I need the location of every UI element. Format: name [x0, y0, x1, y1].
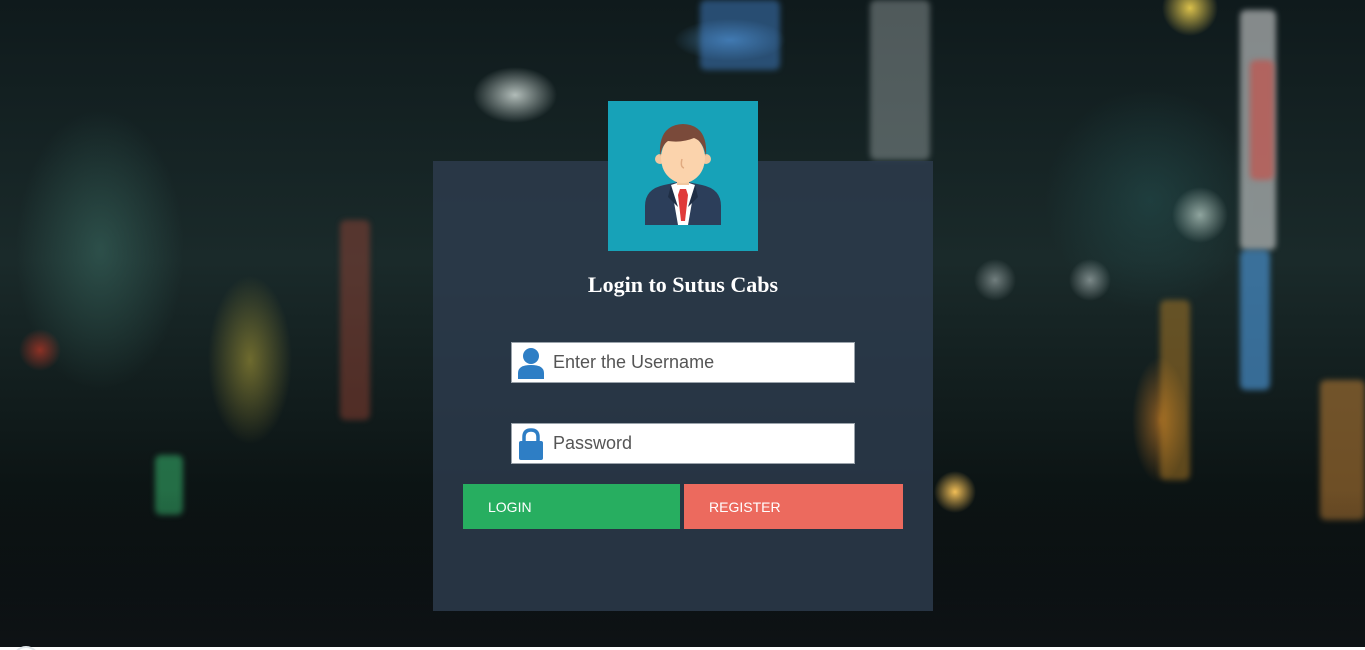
register-button[interactable]: REGISTER — [684, 484, 903, 529]
password-input[interactable] — [550, 425, 849, 462]
background-neon-sign — [1160, 300, 1190, 480]
background-neon-sign — [1250, 60, 1274, 180]
user-icon — [512, 343, 550, 382]
username-field[interactable] — [511, 342, 855, 383]
background-neon-sign — [1240, 250, 1270, 390]
avatar — [608, 101, 758, 251]
password-field[interactable] — [511, 423, 855, 464]
businessman-avatar-icon — [645, 124, 721, 225]
page-title: Login to Sutus Cabs — [587, 272, 779, 297]
background-neon-sign — [700, 0, 780, 70]
username-input[interactable] — [550, 344, 849, 381]
background-neon-sign — [870, 0, 930, 160]
background-neon-sign — [340, 220, 370, 420]
login-button[interactable]: LOGIN — [463, 484, 680, 529]
lock-icon — [512, 424, 550, 463]
login-page: Login to Sutus Cabs LOGIN REGISTER — [0, 0, 1365, 650]
